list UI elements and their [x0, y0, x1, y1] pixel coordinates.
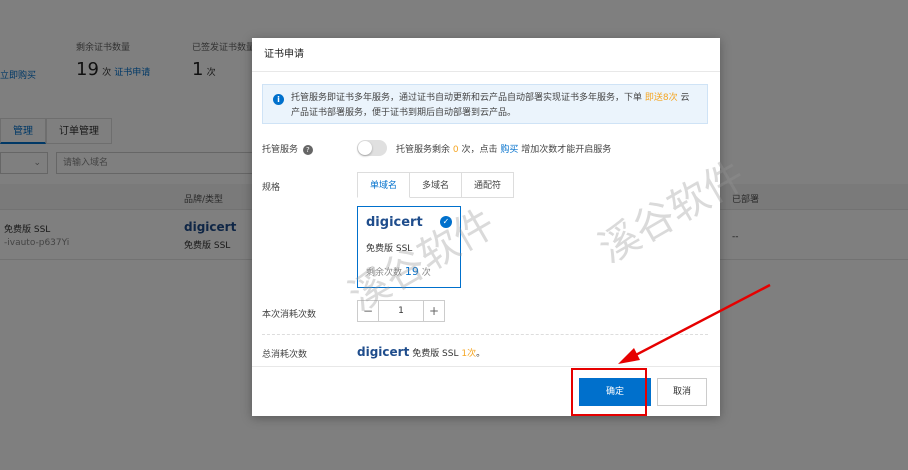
hosting-text-1: 托管服务剩余 [396, 145, 453, 155]
cancel-button[interactable]: 取消 [657, 378, 707, 406]
divider [262, 334, 708, 335]
quantity-input[interactable]: 1 [378, 301, 424, 321]
cert-apply-dialog: 证书申请 i 托管服务即证书多年服务，通过证书自动更新和云产品自动部署实现证书多… [252, 38, 720, 416]
help-icon[interactable]: ? [302, 144, 313, 155]
total-summary: digicert 免费版 SSL 1次。 [357, 345, 485, 359]
tab-single-domain[interactable]: 单域名 [357, 172, 411, 198]
total-product: 免费版 SSL [412, 349, 462, 359]
consume-label: 本次消耗次数 [262, 310, 317, 320]
hosting-service-info: 托管服务剩余 0 次，点击 购买 增加次数才能开启服务 [396, 142, 611, 155]
hosting-service-toggle[interactable] [357, 140, 387, 156]
digicert-logo-small: digicert [357, 345, 410, 359]
increment-button[interactable]: + [424, 301, 444, 321]
product-card-free-ssl[interactable]: digicert ✓ 免费版 SSL 剩余次数 19 次 [357, 206, 461, 288]
remain-label: 剩余次数 [366, 268, 403, 278]
hosting-text-3: 增加次数才能开启服务 [518, 145, 612, 155]
quantity-stepper: − 1 + [357, 300, 445, 322]
total-suffix: 。 [476, 349, 486, 359]
footer-divider [252, 366, 720, 367]
product-name: 免费版 SSL [366, 244, 413, 254]
product-remain: 剩余次数 19 次 [366, 265, 431, 278]
spec-label: 规格 [262, 183, 281, 193]
dialog-title: 证书申请 [252, 38, 720, 72]
digicert-logo: digicert [366, 215, 423, 230]
remain-value: 19 [404, 265, 419, 278]
notice-highlight: 即送8次 [644, 93, 678, 103]
spec-tabs: 单域名 多域名 通配符 [357, 172, 515, 198]
decrement-button[interactable]: − [358, 301, 378, 321]
total-label: 总消耗次数 [262, 350, 308, 360]
hosting-service-label: 托管服务 [262, 145, 299, 155]
tab-wildcard[interactable]: 通配符 [462, 172, 515, 198]
tab-multi-domain[interactable]: 多域名 [410, 172, 463, 198]
hosting-text-2: 次，点击 [458, 145, 501, 155]
buy-hosting-link[interactable]: 购买 [500, 145, 518, 155]
confirm-highlight-box [571, 368, 647, 416]
info-icon: i [273, 94, 284, 105]
notice-text-1: 托管服务即证书多年服务，通过证书自动更新和云产品自动部署实现证书多年服务，下单 [291, 93, 645, 103]
toggle-knob [358, 141, 372, 155]
hosting-service-label-wrap: 托管服务 ? [262, 142, 313, 155]
check-icon: ✓ [440, 216, 452, 228]
remain-unit: 次 [421, 268, 431, 278]
total-count: 1次 [461, 349, 477, 359]
info-notice: i 托管服务即证书多年服务，通过证书自动更新和云产品自动部署实现证书多年服务，下… [262, 84, 708, 124]
